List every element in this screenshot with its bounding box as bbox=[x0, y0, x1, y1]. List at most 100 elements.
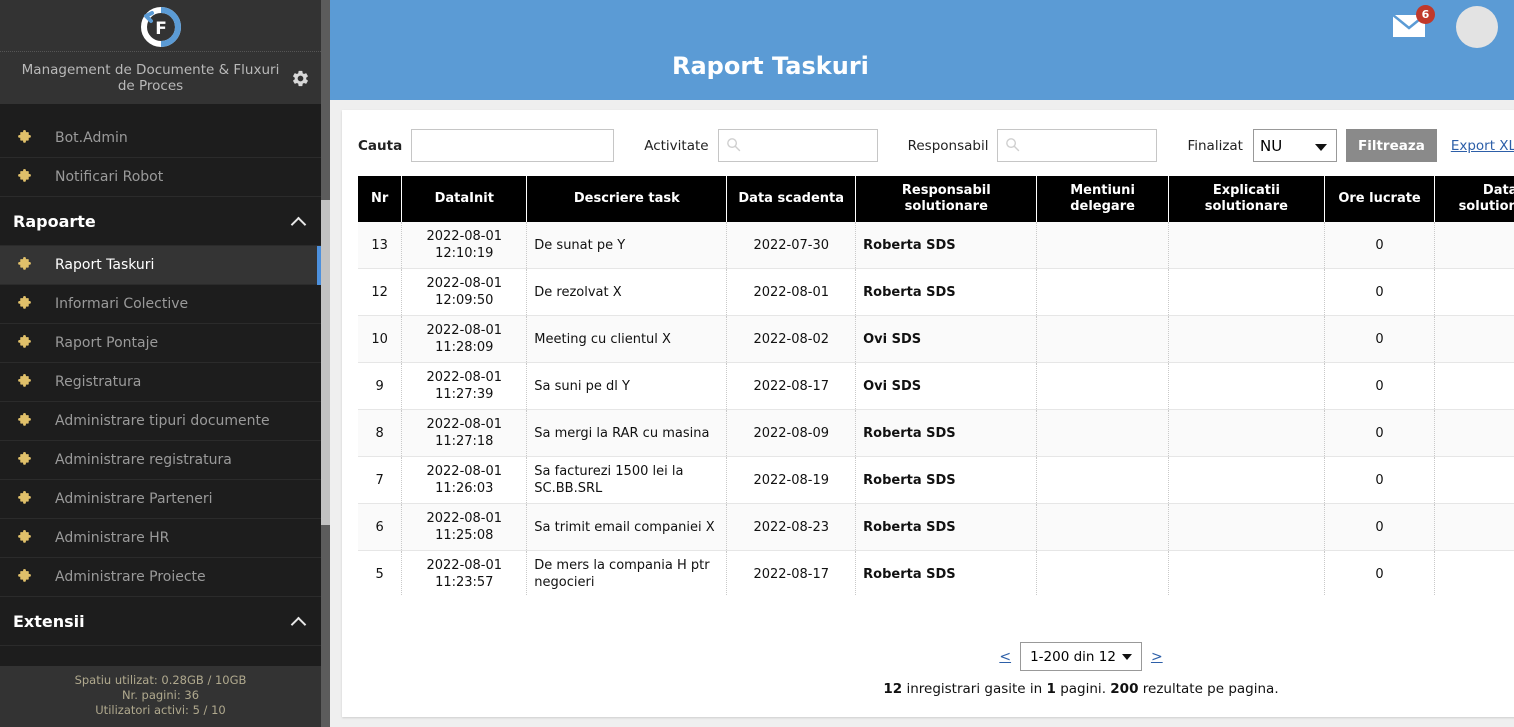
sidebar-item-raport-pontaje[interactable]: Raport Pontaje bbox=[0, 324, 321, 363]
responsabil-label: Responsabil bbox=[907, 137, 989, 154]
summary-text-1: inregistrari gasite in bbox=[906, 681, 1043, 697]
cell-data-solutionare bbox=[1434, 456, 1514, 504]
cell-responsabil: Roberta SDS bbox=[855, 268, 1038, 316]
col-datainit[interactable]: DataInit bbox=[401, 176, 528, 222]
col-explicatii-solutionare[interactable]: Explicatii solutionare bbox=[1168, 176, 1326, 222]
sidebar-item-administrare-tipuri-documente[interactable]: Administrare tipuri documente bbox=[0, 402, 321, 441]
cell-explicatii bbox=[1168, 268, 1326, 316]
table-row[interactable]: 10 2022-08-01 11:28:09 Meeting cu clientul … bbox=[358, 315, 1514, 363]
cell-mentiuni bbox=[1036, 268, 1169, 316]
cell-mentiuni bbox=[1036, 362, 1169, 410]
col-mentiuni-delegare[interactable]: Mentiuni delegare bbox=[1036, 176, 1169, 222]
sidebar-item-informari-colective[interactable]: Informari Colective bbox=[0, 285, 321, 324]
user-avatar[interactable] bbox=[1456, 6, 1498, 48]
col-data-solutionare[interactable]: Data solutionare bbox=[1434, 176, 1514, 222]
cell-ore: 0 bbox=[1324, 456, 1436, 504]
sidebar-item-raport-taskuri[interactable]: Raport Taskuri bbox=[0, 246, 321, 285]
content-panel: Cauta Activitate Responsabil Finalizat N… bbox=[342, 110, 1514, 717]
export-xls-link[interactable]: Export XLS bbox=[1451, 138, 1514, 154]
summary-per-page: 200 bbox=[1110, 681, 1139, 697]
cell-nr: 9 bbox=[358, 362, 403, 410]
sidebar-item-administrare-parteneri[interactable]: Administrare Parteneri bbox=[0, 480, 321, 519]
next-page-button[interactable]: > bbox=[1151, 649, 1163, 665]
cell-data-init: 2022-08-01 12:09:50 bbox=[401, 268, 528, 316]
logo-area: F bbox=[0, 0, 321, 52]
sidebar-scroll-area: F Management de Documente & Fluxuri de P… bbox=[0, 0, 321, 727]
task-table-body: 13 2022-08-01 12:10:19 De sunat pe Y 2022-07… bbox=[358, 222, 1514, 596]
table-row[interactable]: 13 2022-08-01 12:10:19 De sunat pe Y 2022-07… bbox=[358, 222, 1514, 269]
sidebar-item-administrare-registratura[interactable]: Administrare registratura bbox=[0, 441, 321, 480]
cell-mentiuni bbox=[1036, 315, 1169, 363]
sidebar-item-notificari-robot[interactable]: Notificari Robot bbox=[0, 158, 321, 197]
filter-button[interactable]: Filtreaza bbox=[1345, 129, 1437, 162]
chevron-up-icon bbox=[291, 216, 307, 226]
gear-icon[interactable] bbox=[285, 63, 315, 93]
cell-ore: 0 bbox=[1324, 503, 1436, 551]
cell-data-init: 2022-08-01 11:27:39 bbox=[401, 362, 528, 410]
cell-responsabil: Ovi SDS bbox=[855, 362, 1038, 410]
sidebar-item-administrare-proiecte[interactable]: Administrare Proiecte bbox=[0, 558, 321, 597]
cell-nr: 10 bbox=[358, 315, 403, 363]
cell-explicatii bbox=[1168, 550, 1326, 596]
cell-nr: 8 bbox=[358, 409, 403, 457]
search-input[interactable] bbox=[411, 129, 615, 162]
sidebar-item-administrare-hr[interactable]: Administrare HR bbox=[0, 519, 321, 558]
cell-explicatii bbox=[1168, 503, 1326, 551]
table-row[interactable]: 9 2022-08-01 11:27:39 Sa suni pe dl Y 2022-0… bbox=[358, 362, 1514, 410]
cell-responsabil: Ovi SDS bbox=[855, 315, 1038, 363]
sidebar-item-registratura[interactable]: Registratura bbox=[0, 363, 321, 402]
table-row[interactable]: 7 2022-08-01 11:26:03 Sa facturezi 1500 lei… bbox=[358, 456, 1514, 504]
cell-data-init: 2022-08-01 12:10:19 bbox=[401, 222, 528, 269]
col-data-scadenta[interactable]: Data scadenta bbox=[726, 176, 857, 222]
cell-data-solutionare bbox=[1434, 222, 1514, 269]
sidebar-scrollbar[interactable] bbox=[321, 0, 330, 727]
responsabil-input-wrap bbox=[997, 129, 1158, 162]
sidebar-section-extensii[interactable]: Extensii bbox=[0, 597, 321, 646]
summary-count: 12 bbox=[883, 681, 903, 697]
header-icons: 6 bbox=[1392, 5, 1498, 48]
table-row[interactable]: 5 2022-08-01 11:23:57 De mers la compania H… bbox=[358, 550, 1514, 596]
col-descriere-task[interactable]: Descriere task bbox=[526, 176, 728, 222]
cell-data-scadenta: 2022-08-17 bbox=[726, 362, 857, 410]
cell-nr: 12 bbox=[358, 268, 403, 316]
sidebar-section-rapoarte[interactable]: Rapoarte bbox=[0, 197, 321, 246]
col-responsabil-solutionare[interactable]: Responsabil solutionare bbox=[855, 176, 1038, 222]
table-row[interactable]: 6 2022-08-01 11:25:08 Sa trimit email compa… bbox=[358, 503, 1514, 551]
mail-badge-count: 6 bbox=[1416, 5, 1435, 24]
cell-mentiuni bbox=[1036, 409, 1169, 457]
finalizat-selected-value: NU bbox=[1259, 136, 1283, 155]
sidebar-scrollbar-thumb[interactable] bbox=[321, 200, 330, 525]
responsabil-input[interactable] bbox=[997, 129, 1158, 162]
cell-nr: 13 bbox=[358, 222, 403, 269]
table-row[interactable]: 12 2022-08-01 12:09:50 De rezolvat X 2022-08… bbox=[358, 268, 1514, 316]
page-range-value: 1-200 din 12 bbox=[1030, 648, 1116, 665]
activitate-input[interactable] bbox=[717, 129, 878, 162]
cell-descriere: Sa mergi la RAR cu masina bbox=[526, 409, 728, 457]
sidebar-item-bot-admin[interactable]: Bot.Admin bbox=[0, 119, 321, 158]
col-nr[interactable]: Nr bbox=[358, 176, 403, 222]
puzzle-icon bbox=[16, 568, 38, 586]
finalizat-label: Finalizat bbox=[1187, 137, 1243, 154]
summary-text-2: pagini. bbox=[1060, 681, 1106, 697]
sidebar-footer-stats: Spatiu utilizat: 0.28GB / 10GB Nr. pagin… bbox=[0, 666, 321, 727]
main-area: 6 Raport Taskuri Cauta Activitate Respon… bbox=[330, 0, 1514, 727]
sidebar-item-label: Raport Taskuri bbox=[55, 257, 155, 273]
users-stat: Utilizatori activi: 5 / 10 bbox=[95, 703, 226, 717]
finalizat-select[interactable]: NU bbox=[1252, 129, 1337, 162]
cell-data-solutionare bbox=[1434, 315, 1514, 363]
puzzle-icon bbox=[16, 529, 38, 547]
chevron-down-icon bbox=[1314, 144, 1327, 151]
cell-mentiuni bbox=[1036, 456, 1169, 504]
page-range-select[interactable]: 1-200 din 12 bbox=[1020, 642, 1142, 671]
table-row[interactable]: 8 2022-08-01 11:27:18 Sa mergi la RAR cu ma… bbox=[358, 409, 1514, 457]
col-ore-lucrate[interactable]: Ore lucrate bbox=[1324, 176, 1436, 222]
pages-stat: Nr. pagini: 36 bbox=[121, 688, 200, 702]
prev-page-button[interactable]: < bbox=[999, 649, 1011, 665]
envelope-icon[interactable]: 6 bbox=[1392, 5, 1435, 42]
page-title: Raport Taskuri bbox=[672, 52, 869, 80]
app-root: F Management de Documente & Fluxuri de P… bbox=[0, 0, 1514, 727]
puzzle-icon bbox=[16, 168, 38, 186]
total-ore: Total ore: 0.00 bbox=[342, 596, 1514, 622]
cauta-label: Cauta bbox=[358, 137, 403, 154]
chevron-up-icon bbox=[291, 616, 307, 626]
